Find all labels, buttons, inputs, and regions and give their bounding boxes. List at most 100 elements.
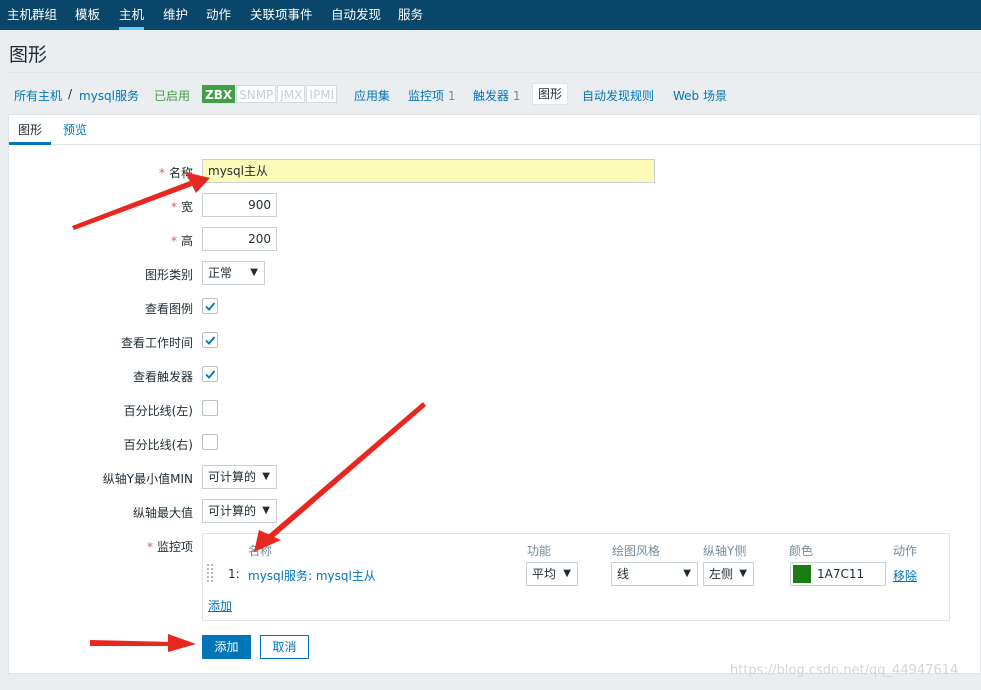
snmp-badge: SNMP: [236, 85, 277, 103]
item-name-link[interactable]: mysql服务: mysql主从: [248, 567, 376, 584]
nav-templates[interactable]: 模板: [75, 0, 100, 30]
y-axis-side-select[interactable]: 左侧 ▼: [703, 562, 754, 586]
percentile-right-checkbox[interactable]: [202, 434, 218, 450]
percentile-left-checkbox[interactable]: [202, 400, 218, 416]
checkmark-icon: [205, 370, 216, 379]
tab-graph[interactable]: 图形: [9, 121, 52, 145]
breadcrumb-all-hosts[interactable]: 所有主机: [14, 87, 62, 104]
graph-form-panel: 图形 预览 * 名称 mysql主从 * 宽 900 * 高 200 图形类别 正常 ▼…: [8, 114, 981, 674]
host-applications-link[interactable]: 应用集: [354, 87, 390, 104]
items-field-label: * 监控项: [9, 538, 193, 555]
draw-style-value: 线: [617, 567, 630, 581]
jmx-badge: JMX: [277, 85, 306, 103]
height-field-label: * 高: [9, 232, 193, 249]
remove-item-link[interactable]: 移除: [893, 567, 917, 584]
nav-discovery[interactable]: 自动发现: [331, 0, 381, 30]
name-field-label: * 名称: [9, 164, 193, 181]
show-triggers-checkbox[interactable]: [202, 366, 218, 382]
nav-host-groups[interactable]: 主机群组: [7, 0, 57, 30]
host-triggers-count: 1: [512, 89, 521, 103]
items-label-text: 监控项: [156, 540, 193, 554]
width-input[interactable]: 900: [202, 193, 277, 217]
show-legend-label: 查看图例: [144, 302, 193, 316]
host-triggers-link[interactable]: 触发器 1: [473, 87, 520, 104]
add-item-link[interactable]: 添加: [208, 597, 232, 614]
nav-maintenance[interactable]: 维护: [163, 0, 188, 30]
host-triggers-label: 触发器: [473, 89, 510, 103]
color-hex-value[interactable]: 1A7C11: [817, 563, 864, 585]
host-web-link[interactable]: Web 场景: [673, 87, 727, 104]
graph-type-label: 图形类别: [144, 268, 193, 282]
add-button[interactable]: 添加: [202, 635, 251, 659]
drag-handle-icon[interactable]: [207, 564, 215, 582]
chevron-down-icon: ▼: [563, 568, 571, 579]
width-field-label: * 宽: [9, 198, 193, 215]
show-working-time-label: 查看工作时间: [120, 336, 193, 350]
host-status-enabled[interactable]: 已启用: [154, 87, 190, 104]
chevron-down-icon: ▼: [683, 568, 691, 579]
column-header-action: 动作: [893, 544, 918, 558]
nav-actions[interactable]: 动作: [206, 0, 231, 30]
column-header-style: 绘图风格: [612, 544, 661, 558]
y-max-label: 纵轴最大值: [132, 506, 193, 520]
graph-items-table: 名称 功能 绘图风格 纵轴Y侧 颜色 动作 1: mysql服务: mysql主…: [202, 533, 950, 621]
function-select[interactable]: 平均 ▼: [526, 562, 578, 586]
height-label-text: 高: [180, 234, 193, 248]
form-tabs: 图形 预览: [9, 115, 980, 145]
host-items-link[interactable]: 监控项 1: [408, 87, 455, 104]
column-header-function: 功能: [527, 544, 552, 558]
required-asterisk: *: [146, 540, 153, 554]
chevron-down-icon: ▼: [739, 568, 747, 579]
breadcrumb-separator: /: [68, 87, 73, 101]
host-items-label: 监控项: [408, 89, 445, 103]
draw-style-select[interactable]: 线 ▼: [611, 562, 698, 586]
show-legend-checkbox[interactable]: [202, 298, 218, 314]
required-asterisk: *: [158, 166, 165, 180]
row-index: 1:: [228, 567, 240, 581]
percentile-right-label: 百分比线(右): [123, 438, 193, 452]
y-min-label: 纵轴Y最小值MIN: [102, 472, 193, 486]
chevron-down-icon: ▼: [262, 471, 270, 482]
column-header-color: 颜色: [789, 544, 814, 558]
color-swatch[interactable]: [793, 565, 811, 583]
checkmark-icon: [205, 336, 216, 345]
host-items-count: 1: [447, 89, 456, 103]
graph-type-select[interactable]: 正常 ▼: [202, 261, 265, 285]
ipmi-badge: IPMI: [306, 85, 338, 103]
availability-badges: ZBX SNMP JMX IPMI: [202, 85, 338, 103]
page-title: 图形: [9, 44, 48, 66]
y-min-select[interactable]: 可计算的 ▼: [202, 465, 277, 489]
height-input[interactable]: 200: [202, 227, 277, 251]
nav-correlation[interactable]: 关联项事件: [250, 0, 313, 30]
percentile-left-label: 百分比线(左): [123, 404, 193, 418]
show-triggers-label: 查看触发器: [132, 370, 193, 384]
cancel-button[interactable]: 取消: [260, 635, 309, 659]
required-asterisk: *: [170, 234, 177, 248]
nav-hosts[interactable]: 主机: [119, 0, 145, 30]
y-max-value: 可计算的: [208, 504, 257, 518]
y-min-value: 可计算的: [208, 470, 257, 484]
chevron-down-icon: ▼: [262, 505, 270, 516]
column-header-name: 名称: [248, 544, 273, 558]
checkmark-icon: [205, 302, 216, 311]
breadcrumb-host[interactable]: mysql服务: [79, 87, 139, 104]
chevron-down-icon: ▼: [250, 267, 258, 278]
top-navigation-bar: 主机群组 模板 主机 维护 动作 关联项事件 自动发现 服务: [0, 0, 981, 30]
host-navigation: 所有主机 / mysql服务 已启用 ZBX SNMP JMX IPMI 应用集…: [8, 72, 981, 114]
column-header-y-side: 纵轴Y侧: [703, 544, 747, 558]
name-label-text: 名称: [168, 166, 193, 180]
function-value: 平均: [532, 567, 557, 581]
nav-services[interactable]: 服务: [398, 0, 423, 30]
host-discovery-link[interactable]: 自动发现规则: [582, 87, 654, 104]
tab-preview[interactable]: 预览: [63, 121, 87, 145]
required-asterisk: *: [170, 200, 177, 214]
y-axis-side-value: 左侧: [709, 567, 734, 581]
name-input[interactable]: mysql主从: [202, 159, 655, 183]
width-label-text: 宽: [180, 200, 193, 214]
color-picker[interactable]: 1A7C11: [790, 562, 886, 586]
watermark: https://blog.csdn.net/qq_44947614: [730, 663, 959, 678]
host-graphs-link[interactable]: 图形: [532, 83, 569, 105]
show-working-time-checkbox[interactable]: [202, 332, 218, 348]
zbx-badge: ZBX: [202, 85, 236, 103]
y-max-select[interactable]: 可计算的 ▼: [202, 499, 277, 523]
